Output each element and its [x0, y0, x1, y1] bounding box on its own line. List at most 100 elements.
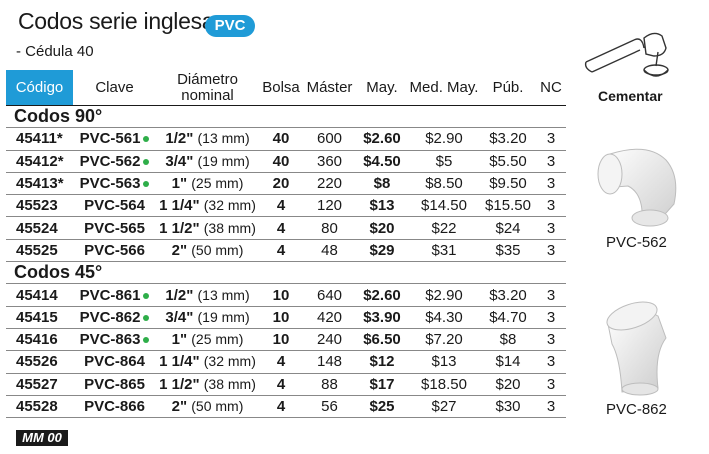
nc-value: 3 [536, 150, 566, 173]
bolsa-qty: 10 [259, 328, 303, 352]
availability-dot-icon [143, 314, 150, 321]
price-pub: $24 [480, 216, 536, 240]
section-title: Codos 45° [6, 261, 566, 285]
diameter-inches: 1 1/2" [159, 219, 200, 237]
nc-value: 3 [536, 373, 566, 396]
price-may: $13 [356, 194, 408, 218]
availability-dot-icon [143, 158, 150, 165]
clave-text: PVC-862 [79, 308, 141, 326]
clave-text: PVC-563 [79, 175, 141, 193]
product-clave: PVC-861 [73, 283, 156, 307]
price-pub: $3.20 [480, 127, 536, 151]
nominal-diameter: 1/2" (13 mm) [156, 283, 259, 307]
price-may: $29 [356, 239, 408, 263]
product-clave: PVC-566 [73, 239, 156, 263]
clave-text: PVC-565 [84, 219, 145, 237]
clave-text: PVC-861 [79, 286, 141, 304]
table-row: 45526 PVC-864 1 1/4" (32 mm) 4 148 $12 $13 $14 3 [6, 350, 566, 374]
elbow-45-image [606, 301, 667, 396]
diameter-inches: 1/2" [165, 130, 194, 148]
table-row: 45525 PVC-566 2" (50 mm) 4 48 $29 $31 $35 3 [6, 239, 566, 263]
nominal-diameter: 1 1/2" (38 mm) [156, 216, 259, 240]
col-header-medmay: Med. May. [408, 70, 480, 106]
col-header-nc: NC [536, 70, 566, 106]
product-code: 45411* [6, 127, 73, 151]
table-row: 45414 PVC-861 1/2" (13 mm) 10 640 $2.60 $2.90 $… [6, 283, 566, 307]
diameter-inches: 1/2" [165, 286, 194, 304]
master-qty: 420 [303, 306, 356, 329]
elbow-45-caption: PVC-862 [606, 401, 667, 418]
price-may: $2.60 [356, 283, 408, 307]
bolsa-qty: 10 [259, 306, 303, 329]
master-qty: 88 [303, 373, 356, 396]
product-clave: PVC-564 [73, 194, 156, 218]
clave-text: PVC-864 [84, 353, 145, 371]
diameter-inches: 1" [171, 175, 188, 193]
col-header-clave: Clave [73, 70, 156, 106]
table-row: 45416 PVC-863 1" (25 mm) 10 240 $6.50 $7.20 $8 3 [6, 328, 566, 352]
diameter-mm: (25 mm) [191, 331, 244, 348]
nc-value: 3 [536, 194, 566, 218]
table-row: 45413* PVC-563 1" (25 mm) 20 220 $8 $8.50 $9.50… [6, 172, 566, 196]
bolsa-qty: 40 [259, 127, 303, 151]
table-row: 45411* PVC-561 1/2" (13 mm) 40 600 $2.60 $2.90… [6, 127, 566, 151]
price-pub: $14 [480, 350, 536, 374]
diameter-mm: (38 mm) [203, 375, 256, 392]
diameter-mm: (38 mm) [203, 219, 256, 236]
product-clave: PVC-862 [73, 306, 156, 329]
clave-text: PVC-562 [79, 152, 141, 170]
diameter-mm: (32 mm) [203, 353, 256, 370]
diameter-mm: (19 mm) [197, 152, 250, 169]
nominal-diameter: 1/2" (13 mm) [156, 127, 259, 151]
diameter-inches: 2" [171, 241, 188, 259]
col-header-diameter: Diámetro nominal [156, 70, 259, 106]
table-row: 45527 PVC-865 1 1/2" (38 mm) 4 88 $17 $18.50 $2… [6, 373, 566, 396]
bolsa-qty: 4 [259, 395, 303, 419]
diameter-inches: 2" [171, 398, 188, 415]
product-code: 45528 [6, 395, 73, 419]
col-header-bolsa: Bolsa [259, 70, 303, 106]
price-may: $3.90 [356, 306, 408, 329]
diameter-mm: (13 mm) [197, 130, 250, 147]
master-qty: 56 [303, 395, 356, 419]
diameter-inches: 1 1/2" [159, 375, 200, 393]
master-qty: 600 [303, 127, 356, 151]
clave-text: PVC-863 [79, 331, 141, 349]
master-qty: 640 [303, 283, 356, 307]
master-qty: 80 [303, 216, 356, 240]
price-pub: $15.50 [480, 194, 536, 218]
price-medmay: $13 [408, 350, 480, 374]
product-clave: PVC-561 [73, 127, 156, 151]
price-pub: $20 [480, 373, 536, 396]
table-row: 45412* PVC-562 3/4" (19 mm) 40 360 $4.50 $5 $5.… [6, 150, 566, 173]
nc-value: 3 [536, 127, 566, 151]
clave-text: PVC-564 [84, 197, 145, 215]
table-row: 45528 PVC-866 2" (50 mm) 4 56 $25 $27 $30 3 [6, 395, 566, 419]
nc-value: 3 [536, 283, 566, 307]
nc-value: 3 [536, 172, 566, 196]
diameter-mm: (19 mm) [197, 308, 250, 325]
nominal-diameter: 1" (25 mm) [156, 172, 259, 196]
product-code: 45523 [6, 194, 73, 218]
diameter-inches: 3/4" [165, 152, 194, 170]
nominal-diameter: 1" (25 mm) [156, 328, 259, 352]
price-may: $4.50 [356, 150, 408, 173]
col-header-pub: Púb. [480, 70, 536, 106]
catalog-title: Codos serie inglesa [18, 8, 215, 34]
bolsa-qty: 40 [259, 150, 303, 173]
product-code: 45524 [6, 216, 73, 240]
nominal-diameter: 3/4" (19 mm) [156, 306, 259, 329]
nominal-diameter: 2" (50 mm) [156, 239, 259, 263]
nominal-diameter: 1 1/2" (38 mm) [156, 373, 259, 396]
price-pub: $8 [480, 328, 536, 352]
bolsa-qty: 10 [259, 283, 303, 307]
section-header-row: Codos 90° [6, 105, 566, 129]
diameter-inches: 1 1/4" [159, 197, 200, 215]
price-may: $20 [356, 216, 408, 240]
product-code: 45525 [6, 239, 73, 263]
availability-dot-icon [143, 181, 150, 188]
master-qty: 220 [303, 172, 356, 196]
price-medmay: $4.30 [408, 306, 480, 329]
price-medmay: $22 [408, 216, 480, 240]
price-pub: $4.70 [480, 306, 536, 329]
